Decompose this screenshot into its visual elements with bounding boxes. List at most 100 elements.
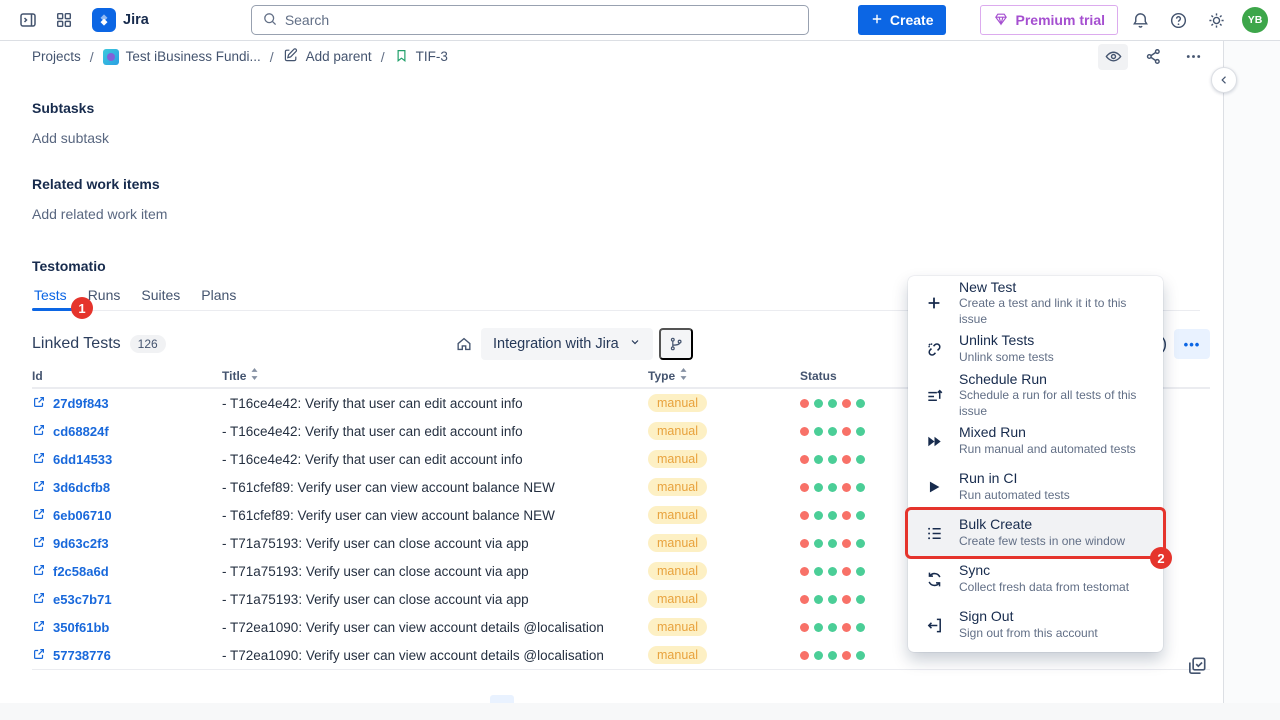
test-type-cell: manual [648,422,800,440]
status-dot-green [856,427,865,436]
avatar[interactable]: YB [1242,7,1268,33]
tab-tests[interactable]: Tests [32,287,69,303]
select-multiple-icon[interactable] [1186,655,1208,680]
tab-runs[interactable]: Runs [86,287,123,303]
column-header-title[interactable]: Title [222,368,648,383]
menu-item-unlink-tests[interactable]: Unlink TestsUnlink some tests [908,326,1163,372]
premium-trial-button[interactable]: Premium trial [980,5,1118,35]
add-subtask-button[interactable]: Add subtask [32,130,1222,146]
status-dot-green [856,399,865,408]
status-dot-green [814,595,823,604]
menu-item-subtitle: Create few tests in one window [959,534,1125,550]
status-dot-red [800,651,809,660]
jira-logo[interactable]: Jira [84,8,159,32]
app-name: Jira [123,12,149,28]
column-header-type[interactable]: Type [648,368,800,383]
menu-item-title: Bulk Create [959,516,1125,534]
status-dot-green [814,483,823,492]
type-badge: manual [648,646,707,664]
menu-item-subtitle: Unlink some tests [959,350,1054,366]
subtasks-heading: Subtasks [32,100,1222,116]
menu-item-subtitle: Create a test and link it it to this iss… [959,296,1147,327]
type-badge: manual [648,394,707,412]
test-id-link[interactable]: 57738776 [32,647,222,664]
create-button-label: Create [890,12,934,28]
test-type-cell: manual [648,618,800,636]
sidebar-toggle-button[interactable] [12,4,44,36]
status-dot-green [856,623,865,632]
menu-item-bulk-create[interactable]: Bulk CreateCreate few tests in one windo… [908,510,1163,556]
type-badge: manual [648,618,707,636]
menu-item-mixed-run[interactable]: Mixed RunRun manual and automated tests [908,418,1163,464]
menu-item-sync[interactable]: SyncCollect fresh data from testomat [908,556,1163,602]
menu-item-title: Unlink Tests [959,332,1054,350]
home-icon[interactable] [453,333,475,355]
menu-item-run-in-ci[interactable]: Run in CIRun automated tests [908,464,1163,510]
test-id-link[interactable]: 27d9f843 [32,395,222,412]
status-dot-red [800,511,809,520]
external-link-icon [32,563,46,580]
search-bar[interactable] [251,5,809,35]
status-dot-green [856,539,865,548]
add-related-work-item-button[interactable]: Add related work item [32,206,1222,222]
status-dot-green [856,595,865,604]
tests-more-actions-button[interactable]: ••• [1174,329,1210,359]
external-link-icon [32,591,46,608]
status-dot-green [814,539,823,548]
status-dot-green [814,427,823,436]
test-title: - T16ce4e42: Verify that user can edit a… [222,452,648,467]
external-link-icon [32,535,46,552]
testomatio-actions-menu: New TestCreate a test and link it it to … [908,276,1163,652]
status-dot-red [842,483,851,492]
search-icon [262,11,278,30]
status-dot-green [856,483,865,492]
test-id-link[interactable]: 9d63c2f3 [32,535,222,552]
menu-item-new-test[interactable]: New TestCreate a test and link it it to … [908,280,1163,326]
test-id-link[interactable]: f2c58a6d [32,563,222,580]
project-selector-dropdown[interactable]: Integration with Jira [481,328,653,360]
external-link-icon [32,451,46,468]
status-dot-green [814,623,823,632]
settings-gear-icon[interactable] [1200,4,1232,36]
status-dot-red [800,623,809,632]
test-id-link[interactable]: cd68824f [32,423,222,440]
sort-icon [250,368,259,383]
test-id-link[interactable]: 6eb06710 [32,507,222,524]
status-dot-green [814,651,823,660]
status-dot-green [828,595,837,604]
status-dot-red [800,455,809,464]
bookmark-icon [394,48,409,66]
menu-item-title: Run in CI [959,470,1070,488]
menu-item-schedule-run[interactable]: Schedule RunSchedule a run for all tests… [908,372,1163,418]
breadcrumb-issue-key[interactable]: TIF-3 [394,48,448,66]
test-id-link[interactable]: 6dd14533 [32,451,222,468]
test-id-link[interactable]: 3d6dcfb8 [32,479,222,496]
more-actions-icon[interactable] [1178,44,1208,70]
create-button[interactable]: Create [858,5,946,35]
test-title: - T71a75193: Verify user can close accou… [222,592,648,607]
add-parent-button[interactable]: Add parent [283,47,372,66]
right-panel-rail [1223,41,1280,720]
test-id-link[interactable]: e53c7b71 [32,591,222,608]
linked-tests-title: Linked Tests [32,335,121,353]
share-icon[interactable] [1138,44,1168,70]
breadcrumb-project[interactable]: Test iBusiness Fundi... [103,49,261,65]
project-avatar [103,49,119,65]
tab-suites[interactable]: Suites [139,287,182,303]
collapse-panel-chevron-icon[interactable] [1211,67,1237,93]
branch-icon[interactable] [659,328,693,360]
notifications-icon[interactable] [1124,4,1156,36]
test-type-cell: manual [648,590,800,608]
search-input[interactable] [285,12,798,28]
tab-plans[interactable]: Plans [199,287,238,303]
breadcrumb-projects[interactable]: Projects [32,49,81,64]
status-dot-green [856,511,865,520]
app-switcher-icon[interactable] [48,4,80,36]
menu-item-sign-out[interactable]: Sign OutSign out from this account [908,602,1163,648]
help-icon[interactable] [1162,4,1194,36]
plus-icon [870,12,884,29]
watch-eye-icon[interactable] [1098,44,1128,70]
test-type-cell: manual [648,534,800,552]
test-id-link[interactable]: 350f61bb [32,619,222,636]
external-link-icon [32,507,46,524]
